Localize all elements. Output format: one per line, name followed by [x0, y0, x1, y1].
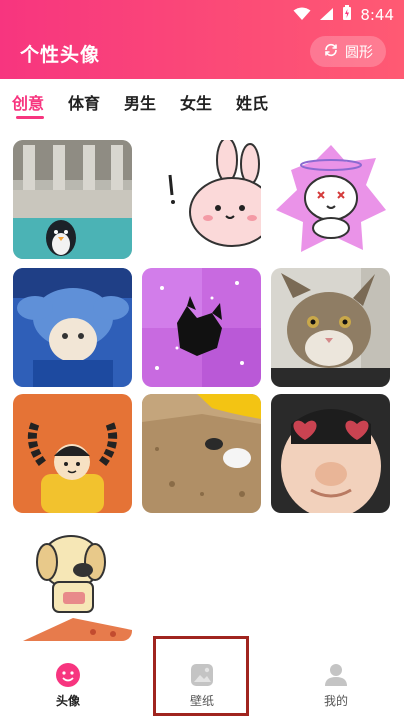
avatar-dog-on-sand[interactable]: [142, 394, 261, 513]
avatar-stitch-plush[interactable]: [13, 268, 132, 387]
page-title: 个性头像: [20, 44, 101, 66]
app-header: 8:44 个性头像 圆形: [0, 0, 404, 79]
avatar-black-cat-glitter[interactable]: [142, 268, 261, 387]
nav-label-mine: 我的: [323, 694, 348, 708]
status-bar: 8:44: [293, 5, 394, 25]
wifi-icon: [293, 6, 311, 25]
avatar-braids-girl[interactable]: [13, 394, 132, 513]
category-tabs: 创意 体育 男生 女生 姓氏: [0, 90, 404, 124]
avatar-sketch-dog-pizza[interactable]: [13, 522, 132, 641]
tab-girls[interactable]: 女生: [180, 90, 212, 114]
nav-item-avatar[interactable]: 头像: [28, 650, 108, 714]
tab-boys[interactable]: 男生: [124, 90, 156, 114]
person-icon: [323, 662, 349, 688]
tab-sports[interactable]: 体育: [68, 90, 100, 114]
tab-creative[interactable]: 创意: [12, 90, 44, 114]
avatar-heart-glasses-kid[interactable]: [271, 394, 390, 513]
avatar-fountain-penguin[interactable]: [13, 140, 132, 259]
highlight-box: [153, 636, 249, 716]
avatar-tabby-cat[interactable]: [271, 268, 390, 387]
shape-toggle-label: 圆形: [345, 44, 373, 61]
battery-icon: [342, 5, 352, 25]
signal-icon: [319, 6, 334, 25]
tab-surname[interactable]: 姓氏: [236, 90, 268, 114]
refresh-icon: [323, 42, 339, 62]
avatar-doodle-dog[interactable]: [271, 140, 390, 259]
avatar-pink-bunny[interactable]: [142, 140, 261, 259]
shape-toggle-button[interactable]: 圆形: [310, 36, 386, 67]
face-icon: [55, 662, 81, 688]
nav-item-mine[interactable]: 我的: [296, 650, 376, 714]
active-tab-indicator: [16, 116, 44, 119]
nav-label-avatar: 头像: [55, 694, 80, 708]
status-time: 8:44: [360, 6, 394, 24]
